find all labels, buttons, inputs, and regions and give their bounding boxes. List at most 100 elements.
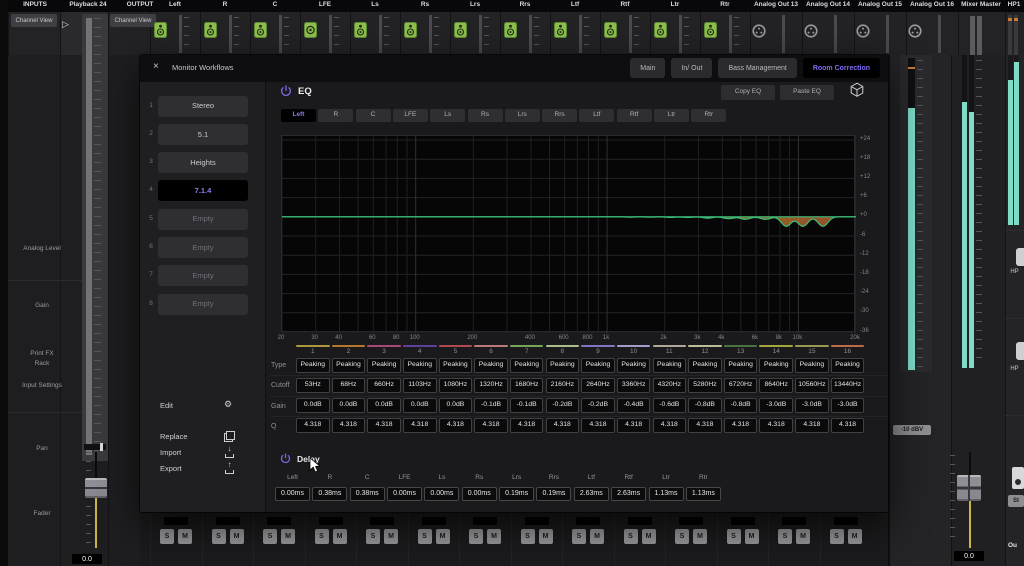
band-cutoff-cell[interactable]: 1320Hz [474, 378, 508, 393]
mute-button[interactable]: M [178, 529, 192, 544]
solo-button[interactable]: S [418, 529, 432, 544]
band-q-cell[interactable]: 4.318 [617, 418, 651, 433]
solo-button[interactable]: S [315, 529, 329, 544]
band-type-cell[interactable]: Peaking [439, 358, 473, 373]
mute-button[interactable]: M [487, 529, 501, 544]
band-gain-cell[interactable]: -3.0dB [795, 398, 829, 413]
eq-channel-tab-lrs[interactable]: Lrs [505, 109, 540, 122]
eq-channel-tab-rtf[interactable]: Rtf [617, 109, 652, 122]
channel-view-button[interactable]: Channel View [11, 14, 57, 27]
band-gain-cell[interactable]: -0.4dB [617, 398, 651, 413]
eq-channel-tab-rs[interactable]: Rs [468, 109, 503, 122]
pan-knob[interactable] [100, 443, 103, 451]
solo-button[interactable]: S [263, 529, 277, 544]
band-q-cell[interactable]: 4.318 [367, 418, 401, 433]
band-q-cell[interactable]: 4.318 [403, 418, 437, 433]
band-type-cell[interactable]: Peaking [688, 358, 722, 373]
delay-value-field[interactable]: 0.38ms [350, 487, 385, 501]
delay-value-field[interactable]: 0.00ms [275, 487, 310, 501]
band-gain-cell[interactable]: -0.8dB [724, 398, 758, 413]
band-type-cell[interactable]: Peaking [332, 358, 366, 373]
band-q-cell[interactable]: 4.318 [332, 418, 366, 433]
band-gain-cell[interactable]: -0.2dB [546, 398, 580, 413]
band-gain-cell[interactable]: -0.1dB [510, 398, 544, 413]
mute-button[interactable]: M [384, 529, 398, 544]
band-gain-cell[interactable]: 0.0dB [439, 398, 473, 413]
band-type-cell[interactable]: Peaking [546, 358, 580, 373]
mute-button[interactable]: M [590, 529, 604, 544]
band-cutoff-cell[interactable]: 2160Hz [546, 378, 580, 393]
preset-button-7-1-4[interactable]: 7.1.4 [158, 180, 248, 201]
band-type-cell[interactable]: Peaking [296, 358, 330, 373]
delay-value-field[interactable]: 1.13ms [649, 487, 684, 501]
mute-button[interactable]: M [539, 529, 553, 544]
solo-button[interactable]: S [212, 529, 226, 544]
mute-button[interactable]: M [848, 529, 862, 544]
band-q-cell[interactable]: 4.318 [795, 418, 829, 433]
band-q-cell[interactable]: 4.318 [581, 418, 615, 433]
solo-button[interactable]: S [624, 529, 638, 544]
solo-button[interactable]: S [727, 529, 741, 544]
eq-channel-tab-c[interactable]: C [356, 109, 391, 122]
channel-view-button[interactable]: Channel View [110, 14, 156, 27]
band-gain-cell[interactable]: -0.6dB [653, 398, 687, 413]
paste-eq-button[interactable]: Paste EQ [780, 85, 834, 100]
band-q-cell[interactable]: 4.318 [296, 418, 330, 433]
band-cutoff-cell[interactable]: 68Hz [332, 378, 366, 393]
band-gain-cell[interactable]: -0.1dB [474, 398, 508, 413]
nav-tab-room-correction[interactable]: Room Correction [803, 58, 880, 78]
st-button[interactable]: St [1008, 495, 1024, 507]
band-q-cell[interactable]: 4.318 [724, 418, 758, 433]
delay-value-field[interactable]: 0.00ms [387, 487, 422, 501]
band-type-cell[interactable]: Peaking [795, 358, 829, 373]
action-label-replace[interactable]: Replace [160, 433, 188, 441]
band-type-cell[interactable]: Peaking [759, 358, 793, 373]
solo-button[interactable]: S [366, 529, 380, 544]
eq-graph[interactable] [281, 135, 855, 332]
band-cutoff-cell[interactable]: 10560Hz [795, 378, 829, 393]
band-q-cell[interactable]: 4.318 [831, 418, 865, 433]
delay-power-toggle[interactable] [280, 453, 291, 464]
band-gain-cell[interactable]: 0.0dB [296, 398, 330, 413]
mute-button[interactable]: M [693, 529, 707, 544]
delay-value-field[interactable]: 0.00ms [424, 487, 459, 501]
3d-view-icon[interactable] [850, 82, 864, 97]
band-cutoff-cell[interactable]: 13440Hz [831, 378, 865, 393]
mute-button[interactable]: M [281, 529, 295, 544]
solo-button[interactable]: S [469, 529, 483, 544]
solo-button[interactable]: S [675, 529, 689, 544]
eq-power-toggle[interactable] [280, 85, 292, 97]
band-type-cell[interactable]: Peaking [403, 358, 437, 373]
band-gain-cell[interactable]: -3.0dB [831, 398, 865, 413]
preset-button-5-1[interactable]: 5.1 [158, 124, 248, 145]
mute-button[interactable]: M [436, 529, 450, 544]
output-level-badge[interactable]: -10 dBV [893, 425, 931, 435]
preset-button-empty[interactable]: Empty [158, 237, 248, 258]
copy-eq-button[interactable]: Copy EQ [721, 85, 775, 100]
action-label-edit[interactable]: Edit [160, 402, 173, 410]
band-gain-cell[interactable]: 0.0dB [367, 398, 401, 413]
action-label-import[interactable]: Import [160, 449, 181, 457]
band-type-cell[interactable]: Peaking [653, 358, 687, 373]
solo-button[interactable]: S [830, 529, 844, 544]
solo-button[interactable]: S [778, 529, 792, 544]
band-type-cell[interactable]: Peaking [581, 358, 615, 373]
band-type-cell[interactable]: Peaking [831, 358, 865, 373]
band-q-cell[interactable]: 4.318 [653, 418, 687, 433]
band-type-cell[interactable]: Peaking [510, 358, 544, 373]
preset-button-heights[interactable]: Heights [158, 152, 248, 173]
band-q-cell[interactable]: 4.318 [546, 418, 580, 433]
mute-button[interactable]: M [745, 529, 759, 544]
band-cutoff-cell[interactable]: 2640Hz [581, 378, 615, 393]
band-q-cell[interactable]: 4.318 [688, 418, 722, 433]
eq-channel-tab-ltf[interactable]: Ltf [579, 109, 614, 122]
delay-value-field[interactable]: 0.19ms [499, 487, 534, 501]
nav-tab-bass-management[interactable]: Bass Management [718, 58, 796, 78]
solo-button[interactable]: S [160, 529, 174, 544]
eq-channel-tab-ltr[interactable]: Ltr [654, 109, 689, 122]
band-q-cell[interactable]: 4.318 [439, 418, 473, 433]
band-q-cell[interactable]: 4.318 [474, 418, 508, 433]
eq-channel-tab-rtr[interactable]: Rtr [691, 109, 726, 122]
band-cutoff-cell[interactable]: 1080Hz [439, 378, 473, 393]
nav-tab-main[interactable]: Main [630, 58, 665, 78]
